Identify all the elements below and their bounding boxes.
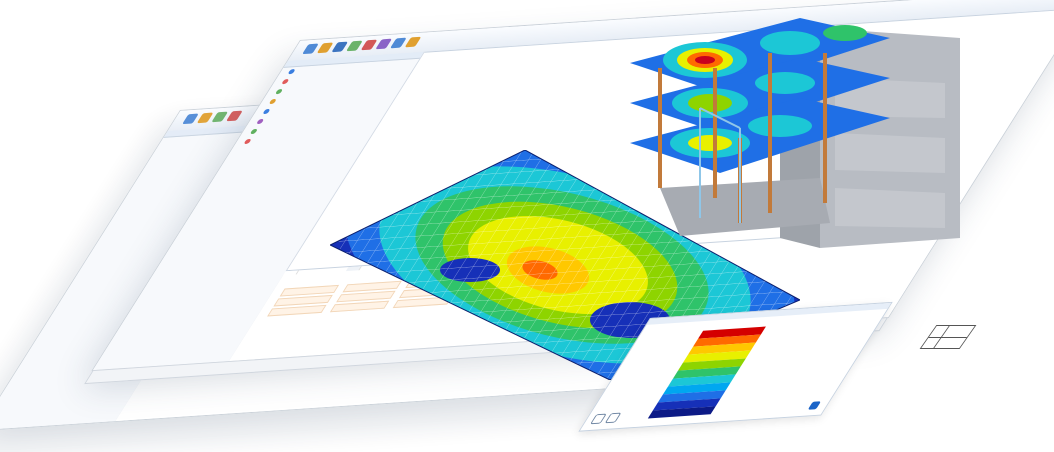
navigator-item-label	[276, 99, 280, 105]
navigator-item-label	[251, 139, 255, 145]
item-icon	[243, 138, 252, 145]
item-icon	[249, 128, 259, 135]
navigator-item-label	[257, 129, 261, 135]
item-icon	[274, 88, 284, 95]
item-icon	[281, 78, 290, 85]
results-tab[interactable]	[283, 270, 300, 276]
legend-info-icon[interactable]	[807, 401, 822, 410]
navigator-item-label	[283, 89, 287, 95]
navigator-item-label	[264, 119, 268, 125]
table-cell	[267, 304, 327, 317]
building-3d-model	[620, 8, 970, 258]
item-icon	[268, 98, 277, 105]
item-icon	[262, 108, 271, 115]
item-icon	[287, 68, 296, 75]
view-cube-icon[interactable]	[919, 325, 977, 349]
toolbar-icon[interactable]	[226, 110, 243, 122]
legend-export-icon[interactable]	[604, 412, 622, 424]
building-model-svg	[630, 18, 960, 248]
navigator-item-label	[289, 79, 293, 85]
software-collage	[0, 0, 1054, 452]
item-icon	[255, 118, 265, 125]
navigator-item-label	[270, 109, 274, 115]
tool-icon[interactable]	[404, 36, 422, 48]
navigator-item-label	[295, 69, 299, 75]
